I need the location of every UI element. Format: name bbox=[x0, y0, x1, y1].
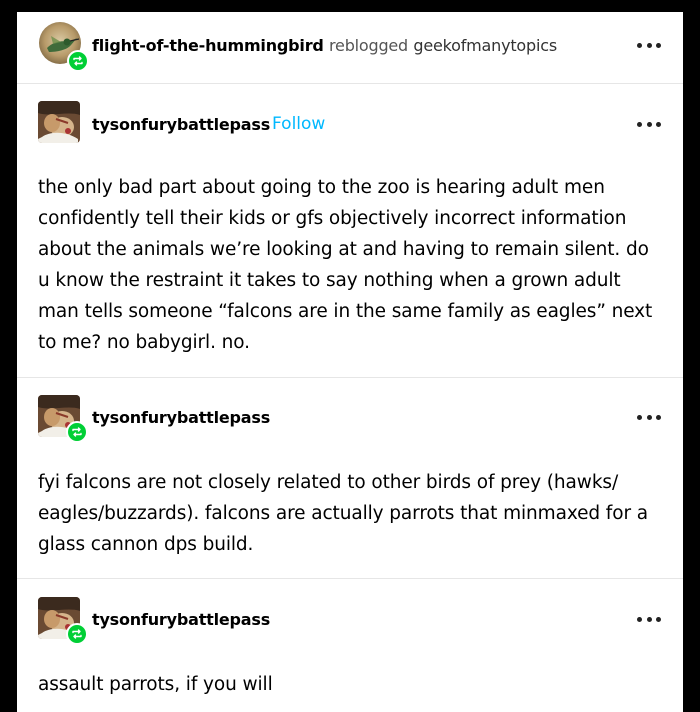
tysonfury-avatar[interactable] bbox=[38, 101, 80, 143]
follow-button[interactable]: Follow bbox=[272, 114, 325, 134]
post-3-text: assault parrots, if you will bbox=[38, 674, 273, 695]
reblogged-label: reblogged bbox=[329, 36, 409, 55]
post-3-more-dots-icon[interactable] bbox=[637, 614, 661, 624]
post-1-username[interactable]: tysonfurybattlepass bbox=[92, 115, 270, 134]
post-1-text: the only bad part about going to the zoo… bbox=[38, 177, 653, 353]
reblog-badge-icon bbox=[67, 50, 89, 72]
blog-name-link[interactable]: flight-of-the-hummingbird bbox=[92, 36, 324, 55]
header-more-dots-icon[interactable] bbox=[637, 40, 661, 50]
post-3-username[interactable]: tysonfurybattlepass bbox=[92, 610, 270, 629]
post-2-text: fyi falcons are not closely related to o… bbox=[38, 472, 648, 555]
reblog-badge-icon bbox=[66, 421, 88, 443]
post-2-username[interactable]: tysonfurybattlepass bbox=[92, 408, 270, 427]
post-2-more-dots-icon[interactable] bbox=[637, 412, 661, 422]
divider bbox=[17, 578, 683, 579]
divider bbox=[17, 83, 683, 84]
divider bbox=[17, 377, 683, 378]
post-card: flight-of-the-hummingbird reblogged geek… bbox=[17, 12, 683, 712]
reblog-header: flight-of-the-hummingbird reblogged geek… bbox=[92, 36, 557, 55]
reblog-badge-icon bbox=[66, 623, 88, 645]
post-1-more-dots-icon[interactable] bbox=[637, 119, 661, 129]
source-blog-link[interactable]: geekofmanytopics bbox=[413, 36, 557, 55]
